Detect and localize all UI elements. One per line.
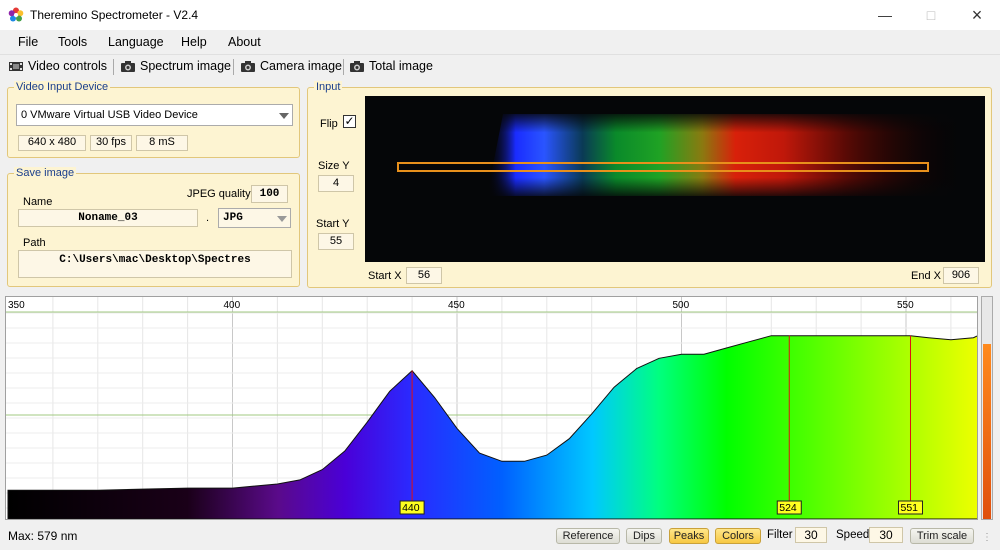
- input-group-label: Input: [314, 81, 343, 93]
- chevron-down-icon: [279, 113, 289, 119]
- extension-dot: .: [206, 212, 210, 224]
- filter-value[interactable]: 30: [795, 527, 827, 543]
- menu-language[interactable]: Language: [108, 35, 164, 49]
- camera-image-label: Camera image: [260, 59, 342, 73]
- toolbar-separator: [113, 59, 114, 75]
- reference-button[interactable]: Reference: [556, 528, 620, 544]
- menu-tools[interactable]: Tools: [58, 35, 87, 49]
- video-device-select[interactable]: 0 VMware Virtual USB Video Device: [16, 104, 293, 126]
- menu-file[interactable]: File: [18, 35, 38, 49]
- video-controls-button[interactable]: Video controls: [8, 59, 107, 73]
- dips-button[interactable]: Dips: [626, 528, 662, 544]
- video-device-value: 0 VMware Virtual USB Video Device: [21, 109, 198, 121]
- latency-value: 8 mS: [136, 135, 188, 151]
- format-value: JPG: [223, 212, 243, 224]
- toolbar: Video controls Spectrum image Camera ima…: [0, 54, 1000, 78]
- size-y-label: Size Y: [318, 160, 350, 172]
- camera-icon: [350, 60, 364, 72]
- spectrum-image-label: Spectrum image: [140, 59, 232, 73]
- end-x-label: End X: [911, 270, 941, 282]
- x-tick-label: 400: [224, 300, 241, 311]
- total-image-label: Total image: [369, 59, 433, 73]
- filter-label: Filter: [767, 529, 793, 541]
- flip-checkbox[interactable]: ✓: [343, 115, 356, 128]
- fps-value: 30 fps: [90, 135, 132, 151]
- start-y-label: Start Y: [316, 218, 350, 230]
- total-image-button[interactable]: Total image: [349, 59, 433, 73]
- save-image-group-label: Save image: [14, 167, 77, 179]
- trim-scale-button[interactable]: Trim scale: [910, 528, 974, 544]
- resize-grip-icon: ⋮: [982, 532, 992, 543]
- max-status-text: Max: 579 nm: [8, 529, 78, 543]
- maximize-button[interactable]: □: [908, 0, 954, 30]
- colors-button[interactable]: Colors: [715, 528, 761, 544]
- minimize-button[interactable]: —: [862, 0, 908, 30]
- start-x-label: Start X: [368, 270, 402, 282]
- name-input[interactable]: [18, 209, 198, 227]
- level-meter-fill: [983, 344, 991, 519]
- chevron-down-icon: [277, 216, 287, 222]
- x-tick-label: 450: [448, 300, 465, 311]
- end-x-value[interactable]: 906: [943, 267, 979, 284]
- spectrum-chart-plot: 350400450500550600650700750440524551579: [6, 297, 977, 519]
- peak-label: 524: [779, 502, 797, 514]
- jpeg-quality-label: JPEG quality: [187, 188, 251, 200]
- film-icon: [9, 61, 23, 71]
- format-select[interactable]: JPG: [218, 208, 291, 228]
- camera-icon: [241, 60, 255, 72]
- size-y-value[interactable]: 4: [318, 175, 354, 192]
- start-y-value[interactable]: 55: [318, 233, 354, 250]
- camera-icon: [121, 60, 135, 72]
- toolbar-separator: [233, 59, 234, 75]
- peaks-button[interactable]: Peaks: [669, 528, 709, 544]
- peak-label: 551: [900, 502, 918, 514]
- x-tick-label: 350: [8, 300, 25, 311]
- title-bar: Theremino Spectrometer - V2.4 — □ ×: [0, 0, 1000, 30]
- video-input-group-label: Video Input Device: [14, 81, 111, 93]
- resolution-value: 640 x 480: [18, 135, 86, 151]
- close-button[interactable]: ×: [954, 0, 1000, 30]
- menu-about[interactable]: About: [228, 35, 261, 49]
- camera-spectrum-picture: [397, 110, 965, 200]
- spectrum-chart[interactable]: 350400450500550600650700750440524551579: [5, 296, 978, 520]
- peak-label: 440: [402, 502, 420, 514]
- menu-help[interactable]: Help: [181, 35, 207, 49]
- app-icon: [8, 7, 24, 22]
- video-controls-label: Video controls: [28, 59, 107, 73]
- jpeg-quality-input[interactable]: [251, 185, 288, 203]
- spectrum-image-button[interactable]: Spectrum image: [120, 59, 231, 73]
- camera-image[interactable]: [365, 96, 985, 262]
- window-title: Theremino Spectrometer - V2.4: [30, 8, 199, 22]
- path-label: Path: [23, 237, 46, 249]
- path-input[interactable]: [18, 250, 292, 278]
- menu-bar: File Tools Language Help About: [0, 30, 1000, 54]
- start-x-value[interactable]: 56: [406, 267, 442, 284]
- camera-image-button[interactable]: Camera image: [240, 59, 342, 73]
- name-label: Name: [23, 196, 53, 208]
- speed-value[interactable]: 30: [869, 527, 903, 543]
- x-tick-label: 500: [673, 300, 690, 311]
- x-tick-label: 550: [897, 300, 914, 311]
- speed-label: Speed: [836, 529, 870, 541]
- flip-label: Flip: [320, 118, 338, 130]
- toolbar-separator: [343, 59, 344, 75]
- spectrum-area: [7, 335, 977, 519]
